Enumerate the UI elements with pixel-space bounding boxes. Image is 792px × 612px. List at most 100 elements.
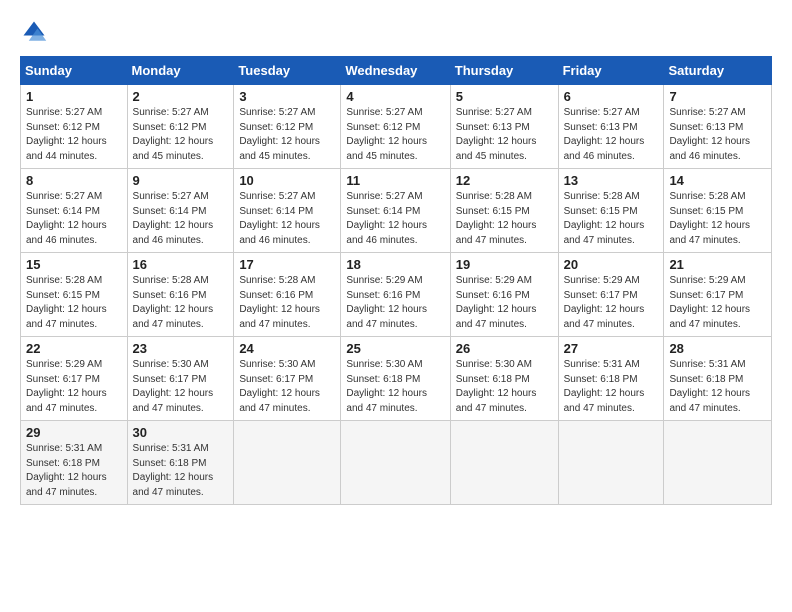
calendar-day-cell: 13 Sunrise: 5:28 AM Sunset: 6:15 PM Dayl… <box>558 169 664 253</box>
day-number: 10 <box>239 173 335 188</box>
col-monday: Monday <box>127 57 234 85</box>
day-info: Sunrise: 5:28 AM Sunset: 6:15 PM Dayligh… <box>456 190 553 248</box>
calendar-day-cell: 6 Sunrise: 5:27 AM Sunset: 6:13 PM Dayli… <box>558 85 664 169</box>
calendar-day-cell: 26 Sunrise: 5:30 AM Sunset: 6:18 PM Dayl… <box>450 337 558 421</box>
day-info: Sunrise: 5:29 AM Sunset: 6:17 PM Dayligh… <box>26 358 122 416</box>
day-number: 25 <box>346 341 444 356</box>
col-tuesday: Tuesday <box>234 57 341 85</box>
logo <box>20 18 52 46</box>
day-number: 15 <box>26 257 122 272</box>
calendar-day-cell: 21 Sunrise: 5:29 AM Sunset: 6:17 PM Dayl… <box>664 253 772 337</box>
day-number: 1 <box>26 89 122 104</box>
day-number: 26 <box>456 341 553 356</box>
calendar-day-cell: 9 Sunrise: 5:27 AM Sunset: 6:14 PM Dayli… <box>127 169 234 253</box>
day-number: 21 <box>669 257 766 272</box>
day-info: Sunrise: 5:27 AM Sunset: 6:12 PM Dayligh… <box>239 106 335 164</box>
calendar-day-cell: 30 Sunrise: 5:31 AM Sunset: 6:18 PM Dayl… <box>127 421 234 505</box>
calendar-week-row: 29 Sunrise: 5:31 AM Sunset: 6:18 PM Dayl… <box>21 421 772 505</box>
day-number: 3 <box>239 89 335 104</box>
calendar-day-cell: 29 Sunrise: 5:31 AM Sunset: 6:18 PM Dayl… <box>21 421 128 505</box>
day-info: Sunrise: 5:28 AM Sunset: 6:16 PM Dayligh… <box>239 274 335 332</box>
day-number: 30 <box>133 425 229 440</box>
calendar-day-cell: 5 Sunrise: 5:27 AM Sunset: 6:13 PM Dayli… <box>450 85 558 169</box>
day-info: Sunrise: 5:31 AM Sunset: 6:18 PM Dayligh… <box>133 442 229 500</box>
calendar-day-cell: 18 Sunrise: 5:29 AM Sunset: 6:16 PM Dayl… <box>341 253 450 337</box>
day-info: Sunrise: 5:27 AM Sunset: 6:12 PM Dayligh… <box>26 106 122 164</box>
col-friday: Friday <box>558 57 664 85</box>
calendar-day-cell: 14 Sunrise: 5:28 AM Sunset: 6:15 PM Dayl… <box>664 169 772 253</box>
day-info: Sunrise: 5:28 AM Sunset: 6:16 PM Dayligh… <box>133 274 229 332</box>
calendar-day-cell: 15 Sunrise: 5:28 AM Sunset: 6:15 PM Dayl… <box>21 253 128 337</box>
calendar-day-cell: 22 Sunrise: 5:29 AM Sunset: 6:17 PM Dayl… <box>21 337 128 421</box>
calendar-week-row: 1 Sunrise: 5:27 AM Sunset: 6:12 PM Dayli… <box>21 85 772 169</box>
calendar-day-cell <box>234 421 341 505</box>
day-info: Sunrise: 5:27 AM Sunset: 6:14 PM Dayligh… <box>26 190 122 248</box>
day-info: Sunrise: 5:30 AM Sunset: 6:17 PM Dayligh… <box>239 358 335 416</box>
col-thursday: Thursday <box>450 57 558 85</box>
calendar-day-cell <box>450 421 558 505</box>
day-info: Sunrise: 5:29 AM Sunset: 6:16 PM Dayligh… <box>456 274 553 332</box>
calendar-day-cell: 3 Sunrise: 5:27 AM Sunset: 6:12 PM Dayli… <box>234 85 341 169</box>
day-number: 19 <box>456 257 553 272</box>
day-number: 9 <box>133 173 229 188</box>
day-number: 14 <box>669 173 766 188</box>
day-number: 8 <box>26 173 122 188</box>
day-number: 4 <box>346 89 444 104</box>
day-number: 17 <box>239 257 335 272</box>
logo-icon <box>20 18 48 46</box>
calendar-day-cell: 20 Sunrise: 5:29 AM Sunset: 6:17 PM Dayl… <box>558 253 664 337</box>
calendar-header-row: Sunday Monday Tuesday Wednesday Thursday… <box>21 57 772 85</box>
calendar-day-cell <box>341 421 450 505</box>
day-number: 16 <box>133 257 229 272</box>
day-number: 23 <box>133 341 229 356</box>
day-info: Sunrise: 5:27 AM Sunset: 6:14 PM Dayligh… <box>346 190 444 248</box>
day-info: Sunrise: 5:31 AM Sunset: 6:18 PM Dayligh… <box>669 358 766 416</box>
calendar-day-cell: 10 Sunrise: 5:27 AM Sunset: 6:14 PM Dayl… <box>234 169 341 253</box>
day-info: Sunrise: 5:31 AM Sunset: 6:18 PM Dayligh… <box>26 442 122 500</box>
day-info: Sunrise: 5:31 AM Sunset: 6:18 PM Dayligh… <box>564 358 659 416</box>
day-info: Sunrise: 5:28 AM Sunset: 6:15 PM Dayligh… <box>669 190 766 248</box>
day-number: 27 <box>564 341 659 356</box>
col-sunday: Sunday <box>21 57 128 85</box>
header <box>20 18 772 46</box>
day-info: Sunrise: 5:27 AM Sunset: 6:13 PM Dayligh… <box>456 106 553 164</box>
calendar-week-row: 22 Sunrise: 5:29 AM Sunset: 6:17 PM Dayl… <box>21 337 772 421</box>
day-info: Sunrise: 5:27 AM Sunset: 6:12 PM Dayligh… <box>133 106 229 164</box>
calendar-day-cell: 24 Sunrise: 5:30 AM Sunset: 6:17 PM Dayl… <box>234 337 341 421</box>
day-number: 24 <box>239 341 335 356</box>
calendar-day-cell: 12 Sunrise: 5:28 AM Sunset: 6:15 PM Dayl… <box>450 169 558 253</box>
day-info: Sunrise: 5:27 AM Sunset: 6:13 PM Dayligh… <box>669 106 766 164</box>
calendar-day-cell: 17 Sunrise: 5:28 AM Sunset: 6:16 PM Dayl… <box>234 253 341 337</box>
calendar-day-cell: 11 Sunrise: 5:27 AM Sunset: 6:14 PM Dayl… <box>341 169 450 253</box>
day-info: Sunrise: 5:27 AM Sunset: 6:12 PM Dayligh… <box>346 106 444 164</box>
day-number: 29 <box>26 425 122 440</box>
calendar-day-cell: 2 Sunrise: 5:27 AM Sunset: 6:12 PM Dayli… <box>127 85 234 169</box>
day-info: Sunrise: 5:29 AM Sunset: 6:17 PM Dayligh… <box>669 274 766 332</box>
calendar-week-row: 8 Sunrise: 5:27 AM Sunset: 6:14 PM Dayli… <box>21 169 772 253</box>
day-number: 13 <box>564 173 659 188</box>
col-saturday: Saturday <box>664 57 772 85</box>
page: Sunday Monday Tuesday Wednesday Thursday… <box>0 0 792 612</box>
calendar-week-row: 15 Sunrise: 5:28 AM Sunset: 6:15 PM Dayl… <box>21 253 772 337</box>
day-info: Sunrise: 5:30 AM Sunset: 6:18 PM Dayligh… <box>346 358 444 416</box>
day-info: Sunrise: 5:27 AM Sunset: 6:14 PM Dayligh… <box>133 190 229 248</box>
day-number: 20 <box>564 257 659 272</box>
calendar-day-cell: 7 Sunrise: 5:27 AM Sunset: 6:13 PM Dayli… <box>664 85 772 169</box>
day-info: Sunrise: 5:29 AM Sunset: 6:16 PM Dayligh… <box>346 274 444 332</box>
calendar-day-cell: 23 Sunrise: 5:30 AM Sunset: 6:17 PM Dayl… <box>127 337 234 421</box>
day-number: 11 <box>346 173 444 188</box>
day-number: 2 <box>133 89 229 104</box>
day-info: Sunrise: 5:28 AM Sunset: 6:15 PM Dayligh… <box>564 190 659 248</box>
calendar-day-cell <box>664 421 772 505</box>
day-info: Sunrise: 5:28 AM Sunset: 6:15 PM Dayligh… <box>26 274 122 332</box>
day-number: 5 <box>456 89 553 104</box>
day-number: 22 <box>26 341 122 356</box>
calendar-day-cell <box>558 421 664 505</box>
calendar-day-cell: 27 Sunrise: 5:31 AM Sunset: 6:18 PM Dayl… <box>558 337 664 421</box>
day-info: Sunrise: 5:27 AM Sunset: 6:14 PM Dayligh… <box>239 190 335 248</box>
col-wednesday: Wednesday <box>341 57 450 85</box>
day-number: 28 <box>669 341 766 356</box>
calendar-day-cell: 19 Sunrise: 5:29 AM Sunset: 6:16 PM Dayl… <box>450 253 558 337</box>
day-info: Sunrise: 5:29 AM Sunset: 6:17 PM Dayligh… <box>564 274 659 332</box>
day-info: Sunrise: 5:27 AM Sunset: 6:13 PM Dayligh… <box>564 106 659 164</box>
